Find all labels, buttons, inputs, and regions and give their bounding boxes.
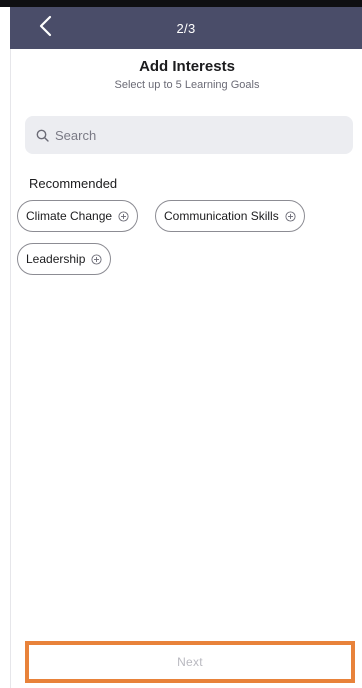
chip-label: Leadership [26,252,86,266]
chip-climate-change[interactable]: Climate Change [17,200,139,232]
step-indicator: 2/3 [176,20,196,36]
top-rule [0,0,362,7]
nav-bar: 2/3 [10,7,362,49]
left-gutter [0,7,10,688]
plus-circle-icon [118,210,129,222]
plus-circle-icon [91,253,102,265]
chip-communication-skills[interactable]: Communication Skills [155,200,305,232]
plus-circle-icon [285,210,296,222]
search-box[interactable] [25,116,353,154]
recommended-label: Recommended [29,176,118,191]
chip-label: Climate Change [26,209,113,223]
chip-leadership[interactable]: Leadership [17,243,112,275]
search-icon [35,128,49,142]
page-subtitle: Select up to 5 Learning Goals [114,79,260,91]
chevron-left-icon [38,15,52,42]
back-button[interactable] [32,15,58,41]
next-button[interactable]: Next [29,645,351,679]
main-content: Add Interests Select up to 5 Learning Go… [10,49,362,688]
chip-label: Communication Skills [164,209,279,223]
next-button-highlight: Next [25,641,355,683]
page-title: Add Interests [139,58,235,75]
search-input[interactable] [55,127,335,143]
